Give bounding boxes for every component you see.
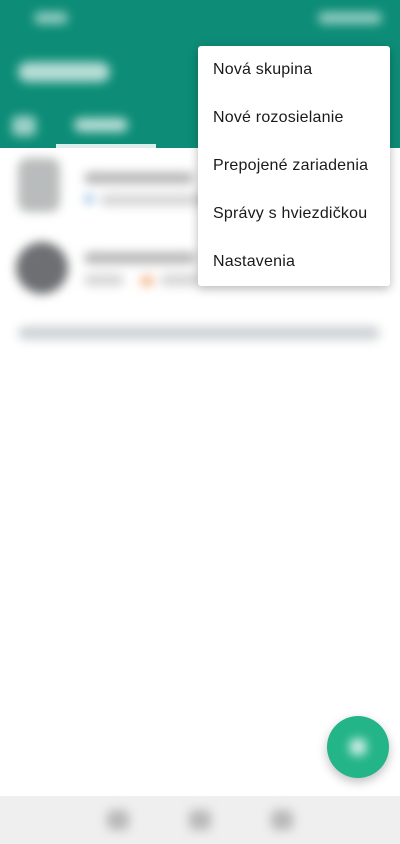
read-receipt-icon: [84, 194, 94, 204]
menu-item-new-broadcast[interactable]: Nové rozosielanie: [198, 94, 390, 142]
chat-name-blurred: [84, 172, 194, 184]
menu-item-starred-messages[interactable]: Správy s hviezdičkou: [198, 190, 390, 238]
chat-icon: [350, 739, 366, 755]
system-nav-bar: [0, 796, 400, 844]
menu-item-new-group[interactable]: Nová skupina: [198, 46, 390, 94]
status-time-blurred: [34, 12, 68, 24]
avatar: [18, 158, 60, 212]
emoji-icon: [140, 276, 154, 286]
avatar: [16, 242, 68, 294]
menu-item-settings[interactable]: Nastavenia: [198, 238, 390, 286]
camera-icon[interactable]: [12, 116, 36, 136]
chat-name-blurred: [84, 252, 196, 264]
app-title-blurred: [18, 62, 110, 82]
overflow-menu: Nová skupina Nové rozosielanie Prepojené…: [198, 46, 390, 286]
recents-icon[interactable]: [107, 810, 129, 830]
new-chat-button[interactable]: [327, 716, 389, 778]
chat-app-screen: Nová skupina Nové rozosielanie Prepojené…: [0, 0, 400, 844]
tab-chats[interactable]: [74, 118, 128, 132]
status-icons-blurred: [318, 12, 382, 24]
chat-preview-blurred: [84, 274, 124, 286]
home-icon[interactable]: [189, 810, 211, 830]
encryption-note-blurred: [18, 326, 380, 340]
status-bar: [0, 0, 400, 36]
menu-item-linked-devices[interactable]: Prepojené zariadenia: [198, 142, 390, 190]
back-icon[interactable]: [271, 810, 293, 830]
chat-preview-blurred: [160, 274, 200, 286]
